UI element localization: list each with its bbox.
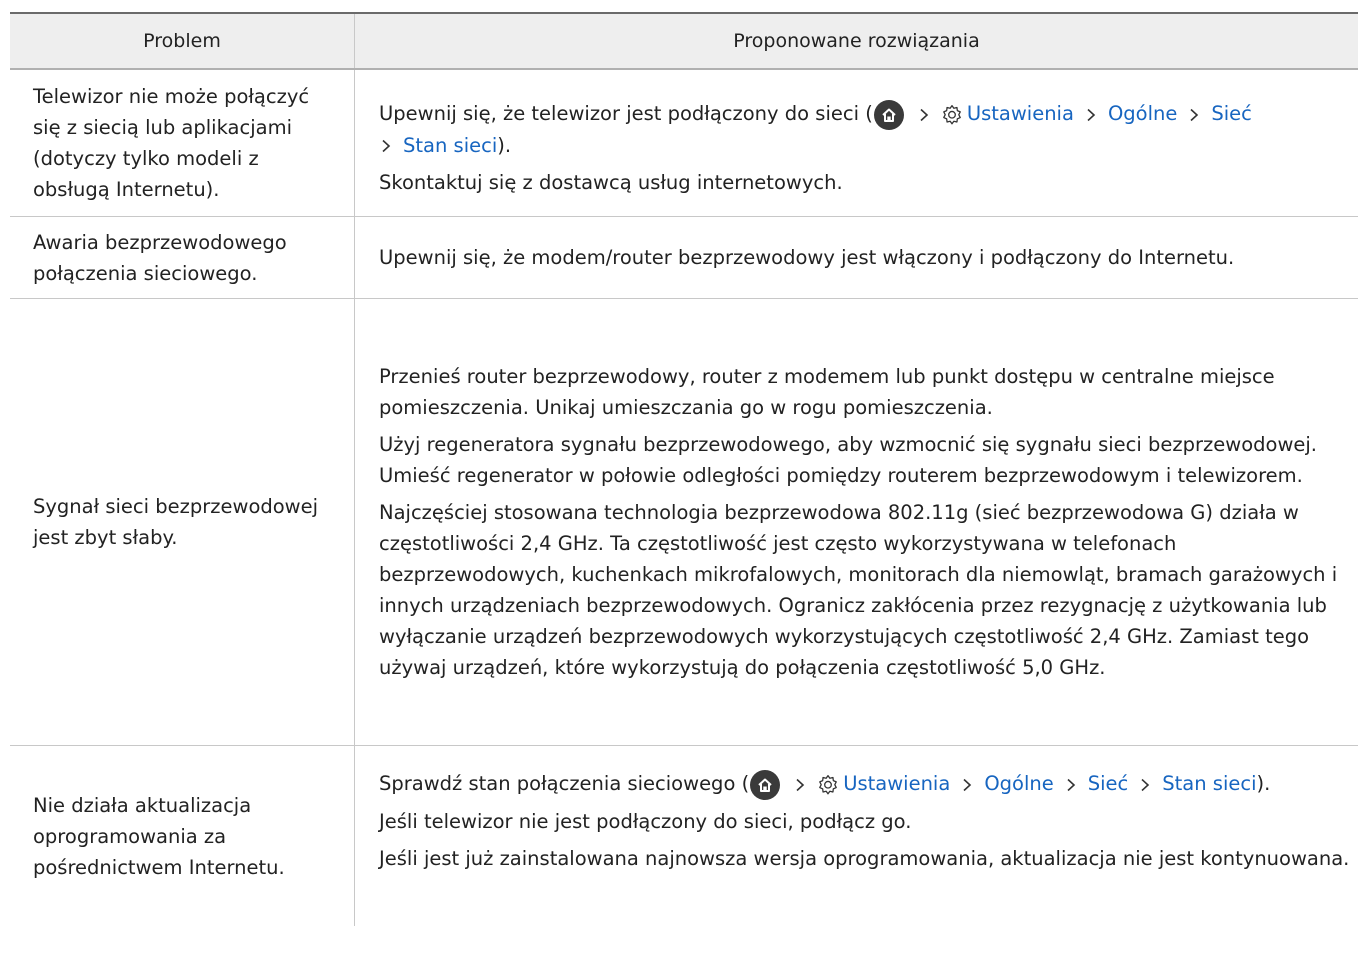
- solution-cell: Upewnij się, że modem/router bezprzewodo…: [355, 217, 1358, 298]
- solution-paragraph: Użyj regeneratora sygnału bezprzewodoweg…: [379, 433, 1317, 487]
- solution-text: ).: [1256, 772, 1271, 795]
- gear-icon: [819, 774, 838, 794]
- nav-link-ogolne[interactable]: Ogólne: [984, 772, 1053, 795]
- solution-paragraph: Przenieś router bezprzewodowy, router z …: [379, 365, 1275, 419]
- nav-link-ustawienia[interactable]: Ustawienia: [843, 772, 950, 795]
- nav-link-ogolne[interactable]: Ogólne: [1108, 102, 1177, 125]
- problem-cell: Sygnał sieci bezprzewodowej jest zbyt sł…: [10, 299, 355, 745]
- nav-link-stan-sieci[interactable]: Stan sieci: [1162, 772, 1256, 795]
- solution-cell: Sprawdź stan połączenia sieciowego ( Usta…: [355, 746, 1358, 926]
- chevron-right-icon: [1067, 778, 1075, 791]
- solution-paragraph: Jeśli jest już zainstalowana najnowsza w…: [379, 846, 1350, 870]
- nav-link-stan-sieci[interactable]: Stan sieci: [403, 134, 497, 157]
- nav-link-siec[interactable]: Sieć: [1088, 772, 1129, 795]
- nav-link-siec[interactable]: Sieć: [1211, 102, 1252, 125]
- table-row: Nie działa aktualizacja oprogramowania z…: [10, 746, 1358, 926]
- chevron-right-icon: [796, 778, 805, 791]
- chevron-right-icon: [1087, 108, 1096, 121]
- home-icon: [873, 99, 904, 130]
- header-problem: Problem: [10, 14, 355, 68]
- solution-cell: Przenieś router bezprzewodowy, router z …: [355, 299, 1358, 745]
- chevron-right-icon: [1190, 108, 1199, 121]
- solution-paragraph: Upewnij się, że modem/router bezprzewodo…: [379, 246, 1235, 269]
- chevron-right-icon: [382, 140, 391, 153]
- solution-paragraph: Najczęściej stosowana technologia bezprz…: [379, 501, 1338, 679]
- solution-paragraph: Jeśli telewizor nie jest podłączony do s…: [379, 809, 912, 833]
- problem-cell: Nie działa aktualizacja oprogramowania z…: [10, 746, 355, 926]
- solution-cell: Upewnij się, że telewizor jest podłączon…: [355, 70, 1358, 216]
- solution-text: Sprawdź stan połączenia sieciowego (: [379, 772, 750, 795]
- solution-paragraph: Upewnij się, że telewizor jest podłączon…: [379, 98, 1350, 161]
- table-header: Problem Proponowane rozwiązania: [10, 14, 1358, 70]
- nav-link-ustawienia[interactable]: Ustawienia: [967, 102, 1074, 125]
- solution-text: ).: [497, 133, 512, 157]
- chevron-right-icon: [920, 108, 928, 121]
- solution-paragraph: Sprawdź stan połączenia sieciowego ( Usta…: [379, 768, 1350, 800]
- problem-cell: Telewizor nie może połączyć się z siecią…: [10, 70, 355, 216]
- chevron-right-icon: [1141, 778, 1150, 791]
- header-solution: Proponowane rozwiązania: [733, 30, 980, 52]
- table-row: Telewizor nie może połączyć się z siecią…: [10, 70, 1358, 217]
- gear-icon: [942, 104, 961, 125]
- troubleshooting-table: Problem Proponowane rozwiązania Telewizo…: [10, 12, 1358, 926]
- chevron-right-icon: [963, 778, 972, 791]
- problem-cell: Awaria bezprzewodowego połączenia siecio…: [10, 217, 355, 298]
- table-row: Awaria bezprzewodowego połączenia siecio…: [10, 217, 1358, 299]
- table-row: Sygnał sieci bezprzewodowej jest zbyt sł…: [10, 299, 1358, 746]
- solution-text: Upewnij się, że telewizor jest podłączon…: [379, 102, 873, 126]
- home-icon: [750, 769, 781, 800]
- solution-paragraph: Skontaktuj się z dostawcą usług internet…: [379, 170, 843, 194]
